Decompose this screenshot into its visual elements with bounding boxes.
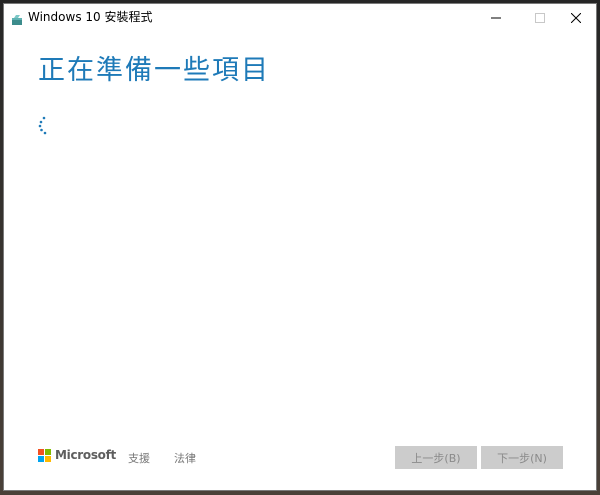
- title-bar[interactable]: Windows 10 安裝程式: [4, 4, 596, 30]
- microsoft-logo-icon: [38, 448, 51, 462]
- next-button[interactable]: 下一步(N): [481, 446, 563, 469]
- setup-window: Windows 10 安裝程式 正在準備一些項目 Microsoft 支援 法律…: [3, 3, 597, 491]
- microsoft-wordmark: Microsoft: [55, 448, 116, 462]
- window-title: Windows 10 安裝程式: [28, 10, 153, 24]
- legal-link[interactable]: 法律: [174, 450, 196, 466]
- minimize-button[interactable]: [474, 4, 518, 30]
- close-icon: [570, 8, 582, 27]
- minimize-icon: [491, 8, 501, 27]
- page-title: 正在準備一些項目: [38, 55, 270, 86]
- desktop-background: Windows 10 安裝程式 正在準備一些項目 Microsoft 支援 法律…: [0, 0, 600, 495]
- setup-box-icon: [11, 11, 23, 25]
- back-button[interactable]: 上一步(B): [395, 446, 477, 469]
- maximize-icon: [535, 8, 545, 27]
- loading-spinner-icon: [38, 116, 52, 136]
- footer: Microsoft 支援 法律 上一步(B) 下一步(N): [4, 440, 596, 480]
- close-button[interactable]: [554, 4, 598, 30]
- support-link[interactable]: 支援: [128, 450, 150, 466]
- microsoft-logo: Microsoft: [38, 448, 116, 462]
